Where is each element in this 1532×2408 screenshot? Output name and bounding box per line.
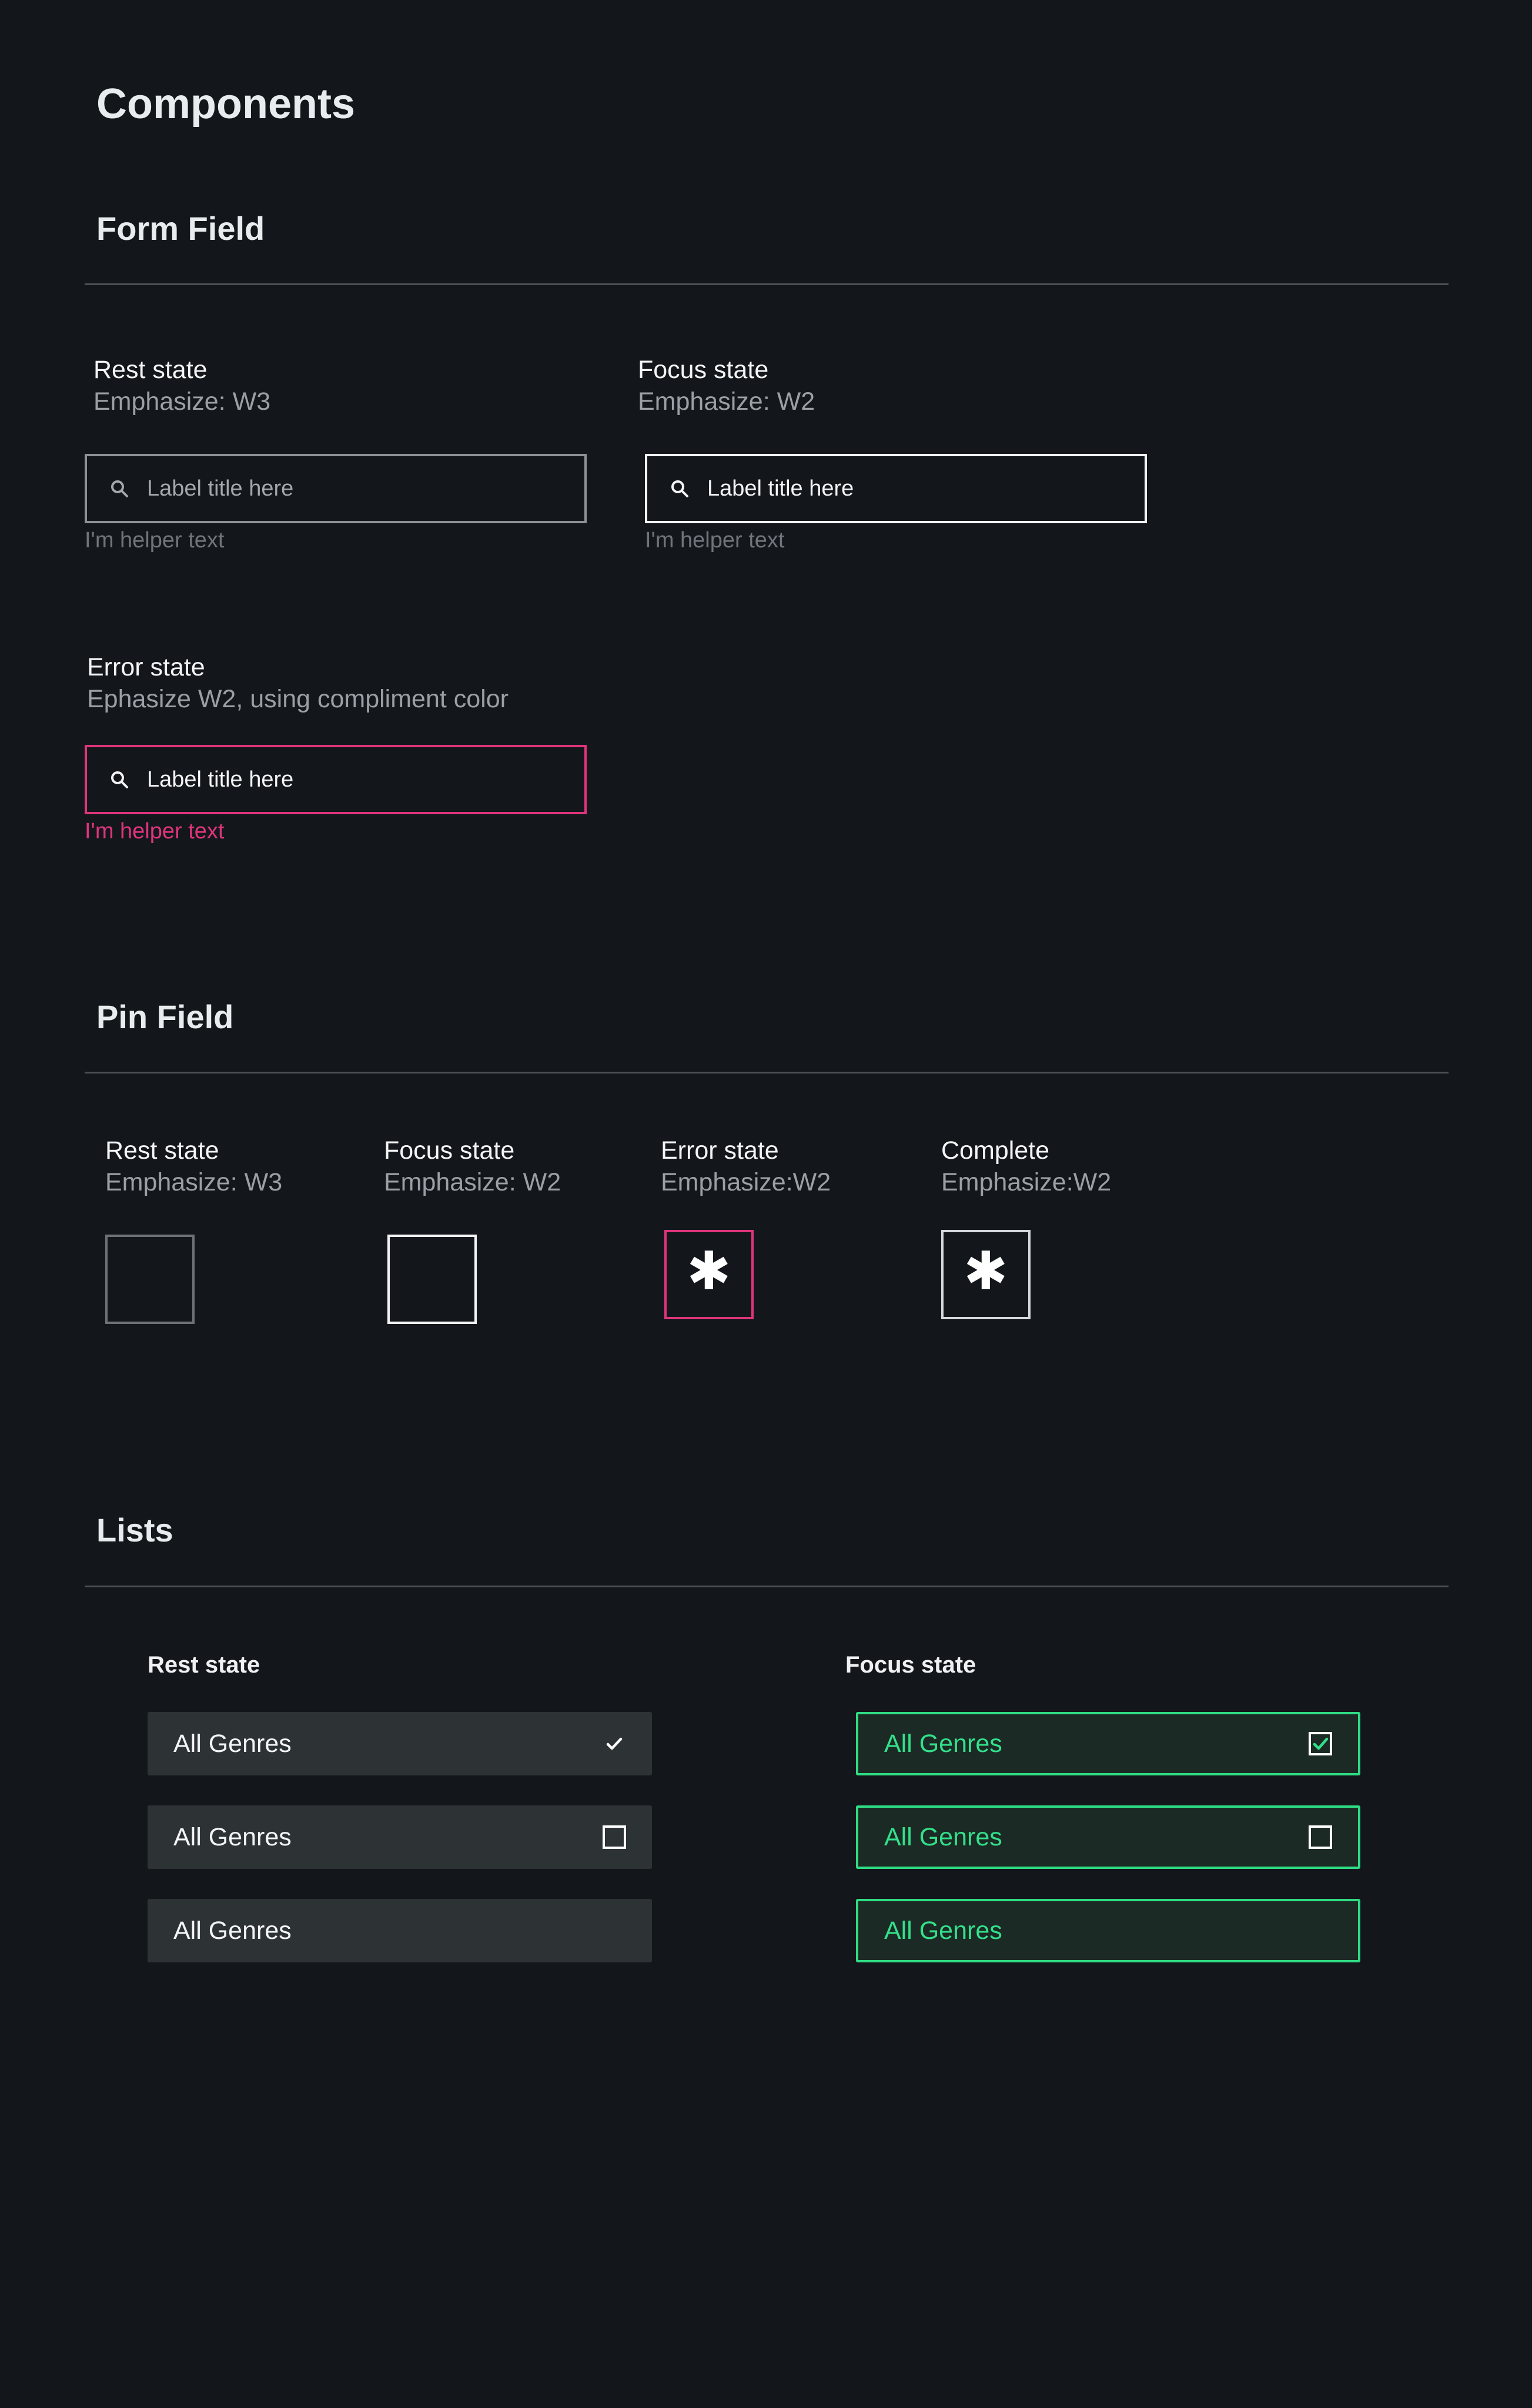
search-field-label: Label title here: [147, 476, 294, 501]
list-item[interactable]: All Genres: [148, 1712, 652, 1775]
pin-box-complete[interactable]: ✱: [941, 1230, 1031, 1319]
helper-text-error: I'm helper text: [85, 819, 225, 844]
list-item-label: All Genres: [173, 1916, 292, 1945]
section-title-form-field: Form Field: [96, 210, 265, 247]
section-divider: [85, 1072, 1449, 1073]
pin-box-error[interactable]: ✱: [664, 1230, 754, 1319]
section-divider: [85, 1586, 1449, 1587]
checkbox-empty-icon[interactable]: [1309, 1825, 1332, 1849]
page-title: Components: [96, 81, 355, 128]
list-rest-title: Rest state: [148, 1652, 260, 1678]
pin-complete-title: Complete: [941, 1136, 1050, 1165]
asterisk-icon: ✱: [687, 1242, 731, 1301]
list-focus-title: Focus state: [845, 1652, 976, 1678]
list-item-focused[interactable]: All Genres: [856, 1805, 1360, 1869]
list-item-label: All Genres: [884, 1916, 1002, 1945]
list-item-label: All Genres: [884, 1729, 1002, 1758]
search-field-error[interactable]: Label title here: [85, 745, 587, 814]
helper-text: I'm helper text: [85, 528, 225, 553]
form-rest-title: Rest state: [93, 356, 208, 384]
checkbox-empty-icon[interactable]: [603, 1825, 626, 1849]
section-title-pin-field: Pin Field: [96, 998, 234, 1035]
section-title-lists: Lists: [96, 1511, 173, 1549]
form-focus-subtitle: Emphasize: W2: [638, 387, 815, 416]
pin-error-subtitle: Emphasize:W2: [661, 1168, 831, 1196]
form-error-subtitle: Ephasize W2, using compliment color: [87, 685, 509, 713]
asterisk-icon: ✱: [964, 1242, 1008, 1301]
pin-complete-subtitle: Emphasize:W2: [941, 1168, 1112, 1196]
pin-rest-title: Rest state: [105, 1136, 219, 1165]
search-icon: [670, 479, 690, 499]
check-icon: [603, 1732, 626, 1755]
list-item-label: All Genres: [173, 1729, 292, 1758]
search-field-rest[interactable]: Label title here: [85, 454, 587, 523]
pin-error-title: Error state: [661, 1136, 779, 1165]
pin-focus-title: Focus state: [384, 1136, 515, 1165]
pin-box-focus[interactable]: [387, 1235, 477, 1324]
search-field-label: Label title here: [707, 476, 854, 501]
list-item-focused[interactable]: All Genres: [856, 1712, 1360, 1775]
list-item[interactable]: All Genres: [148, 1899, 652, 1962]
list-item-label: All Genres: [173, 1822, 292, 1851]
section-divider: [85, 283, 1449, 285]
helper-text: I'm helper text: [645, 528, 785, 553]
list-item-focused[interactable]: All Genres: [856, 1899, 1360, 1962]
search-icon: [109, 479, 129, 499]
pin-box-rest[interactable]: [105, 1235, 195, 1324]
form-rest-subtitle: Emphasize: W3: [93, 387, 271, 416]
list-item-label: All Genres: [884, 1822, 1002, 1851]
checkbox-checked-icon[interactable]: [1309, 1732, 1332, 1755]
search-icon: [109, 770, 129, 790]
search-field-label: Label title here: [147, 767, 294, 792]
list-item[interactable]: All Genres: [148, 1805, 652, 1869]
form-focus-title: Focus state: [638, 356, 769, 384]
form-error-title: Error state: [87, 653, 205, 681]
pin-focus-subtitle: Emphasize: W2: [384, 1168, 561, 1196]
search-field-focus[interactable]: Label title here: [645, 454, 1147, 523]
pin-rest-subtitle: Emphasize: W3: [105, 1168, 283, 1196]
